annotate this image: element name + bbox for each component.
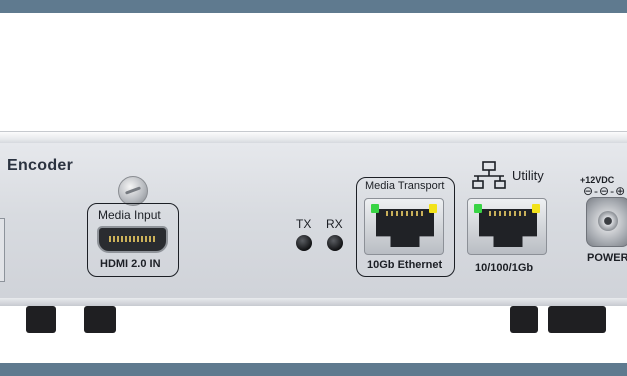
ethernet-10gb-label: 10Gb Ethernet (367, 259, 443, 271)
hdmi-port-label: HDMI 2.0 IN (100, 258, 161, 270)
top-frame-bar (0, 0, 627, 13)
rx-label: RX (326, 217, 343, 231)
ethernet-1gb-port[interactable] (467, 198, 547, 255)
utility-label: Utility (512, 168, 544, 183)
rubber-foot (548, 306, 606, 333)
activity-led-yellow (429, 204, 437, 213)
link-led-green (371, 204, 379, 213)
rx-indicator (327, 235, 343, 251)
port-pins (489, 211, 527, 216)
rubber-foot (84, 306, 116, 333)
power-jack[interactable] (586, 197, 627, 247)
tx-indicator (296, 235, 312, 251)
ethernet-10gb-port[interactable] (364, 198, 444, 255)
hdmi-port[interactable] (97, 226, 168, 253)
device-title: Encoder (7, 157, 74, 174)
activity-led-yellow (532, 204, 540, 213)
tx-label: TX (296, 217, 312, 231)
bottom-frame-bar (0, 363, 627, 376)
link-led-green (474, 204, 482, 213)
panel-lip (0, 298, 627, 306)
rubber-foot (510, 306, 538, 333)
media-transport-label: Media Transport (365, 180, 445, 192)
media-input-label: Media Input (98, 208, 161, 222)
power-label: POWER (587, 252, 627, 264)
polarity-symbol: ⊖-⊖-⊕ (583, 184, 627, 198)
rubber-foot (26, 306, 56, 333)
port-pins (386, 211, 424, 216)
network-icon (472, 161, 506, 189)
ethernet-1gb-label: 10/100/1Gb (475, 262, 534, 274)
thumb-screw (118, 176, 148, 206)
left-connector-edge (0, 218, 5, 282)
